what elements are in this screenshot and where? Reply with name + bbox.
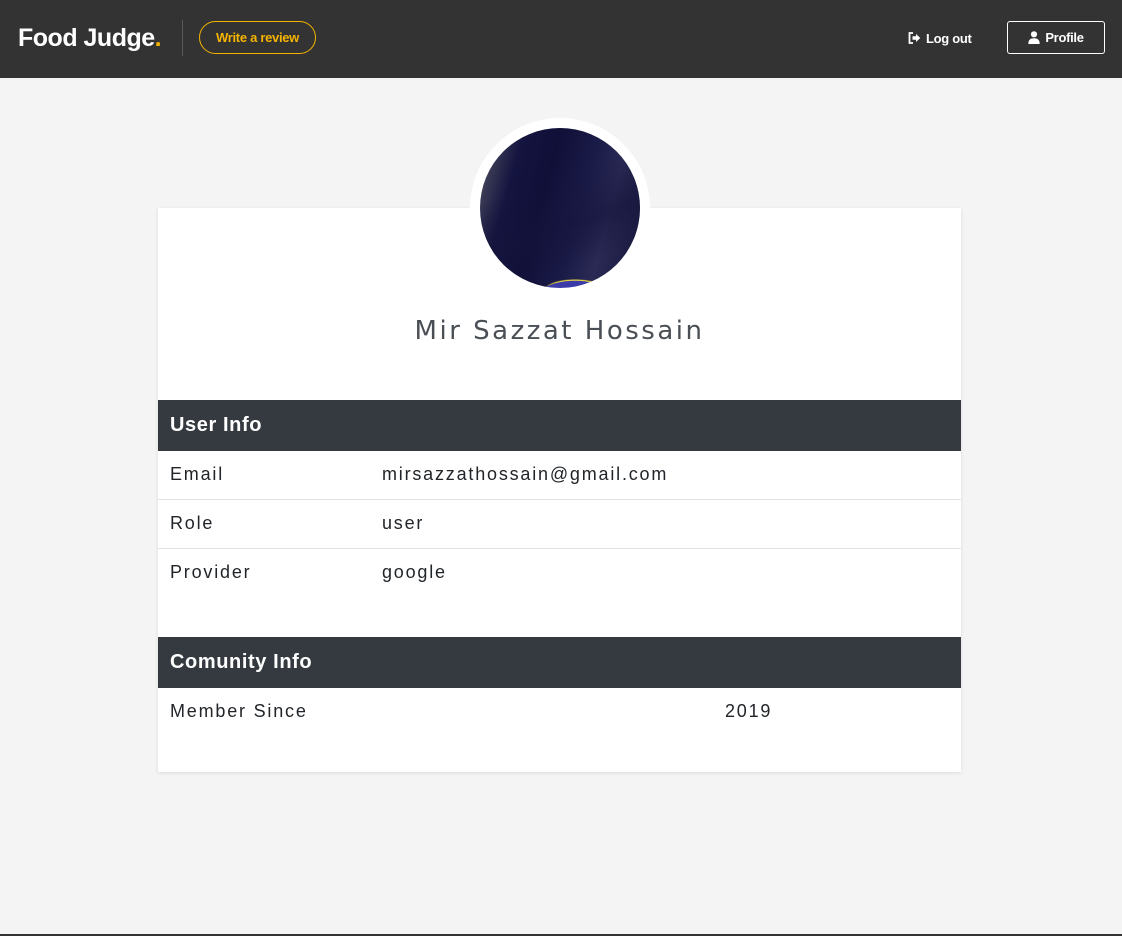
avatar: [480, 128, 640, 288]
provider-value: google: [382, 562, 447, 582]
role-label: Role: [170, 513, 215, 533]
info-row-member-since: Member Since 2019: [158, 688, 961, 737]
profile-button[interactable]: Profile: [1007, 21, 1105, 54]
member-since-label: Member Since: [170, 701, 308, 721]
role-value: user: [382, 513, 425, 533]
profile-label: Profile: [1045, 30, 1084, 45]
brand-dot: .: [154, 24, 162, 52]
write-review-button[interactable]: Write a review: [199, 21, 316, 54]
avatar-shade: [480, 128, 640, 288]
community-info-heading: Comunity Info: [158, 637, 961, 688]
nav-divider: [182, 20, 183, 56]
user-icon: [1028, 31, 1041, 44]
brand-logo[interactable]: Food Judge.: [18, 22, 162, 54]
provider-label: Provider: [170, 562, 252, 582]
member-since-value: 2019: [725, 701, 773, 721]
email-label: Email: [170, 464, 225, 484]
email-value: mirsazzathossain@gmail.com: [382, 464, 669, 484]
info-row-email: Email mirsazzathossain@gmail.com: [158, 451, 961, 500]
user-name: Mir Sazzat Hossain: [414, 316, 705, 346]
brand-name: Food Judge: [18, 24, 155, 52]
logout-button[interactable]: Log out: [908, 27, 972, 49]
top-navbar: Food Judge. Write a review Log out Profi…: [0, 0, 1122, 78]
info-row-role: Role user: [158, 500, 961, 549]
user-info-heading: User Info: [158, 400, 961, 451]
logout-label: Log out: [926, 30, 972, 46]
info-row-provider: Provider google: [158, 549, 961, 598]
sign-out-icon: [908, 32, 921, 44]
